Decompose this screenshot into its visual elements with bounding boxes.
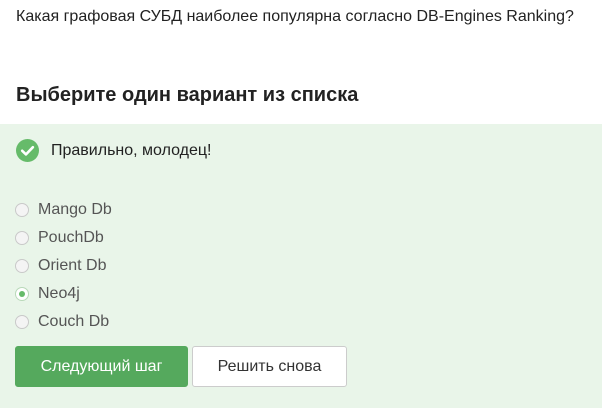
option-label: Mango Db [38, 201, 112, 218]
option-pouchdb[interactable]: PouchDb [15, 224, 112, 252]
option-couch-db[interactable]: Couch Db [15, 308, 112, 336]
action-buttons: Следующий шаг Решить снова [15, 346, 347, 387]
options-list: Mango Db PouchDb Orient Db Neo4j Couch D… [15, 196, 112, 336]
radio-button[interactable] [15, 259, 29, 273]
feedback-text: Правильно, молодец! [51, 141, 212, 159]
feedback-message: Правильно, молодец! [16, 139, 211, 162]
radio-button[interactable] [15, 231, 29, 245]
option-label: Orient Db [38, 257, 107, 274]
option-label: Couch Db [38, 313, 110, 330]
option-neo4j[interactable]: Neo4j [15, 280, 112, 308]
option-label: PouchDb [38, 229, 104, 246]
option-orient-db[interactable]: Orient Db [15, 252, 112, 280]
question-text: Какая графовая СУБД наиболее популярна с… [16, 8, 574, 25]
check-circle-icon [16, 139, 39, 162]
radio-button[interactable] [15, 203, 29, 217]
option-label: Neo4j [38, 285, 80, 302]
radio-button-selected[interactable] [15, 287, 29, 301]
next-step-button[interactable]: Следующий шаг [15, 346, 188, 387]
section-title: Выберите один вариант из списка [16, 84, 359, 106]
radio-button[interactable] [15, 315, 29, 329]
retry-button[interactable]: Решить снова [192, 346, 347, 387]
option-mango-db[interactable]: Mango Db [15, 196, 112, 224]
answer-panel: Правильно, молодец! Mango Db PouchDb Ori… [0, 124, 602, 408]
